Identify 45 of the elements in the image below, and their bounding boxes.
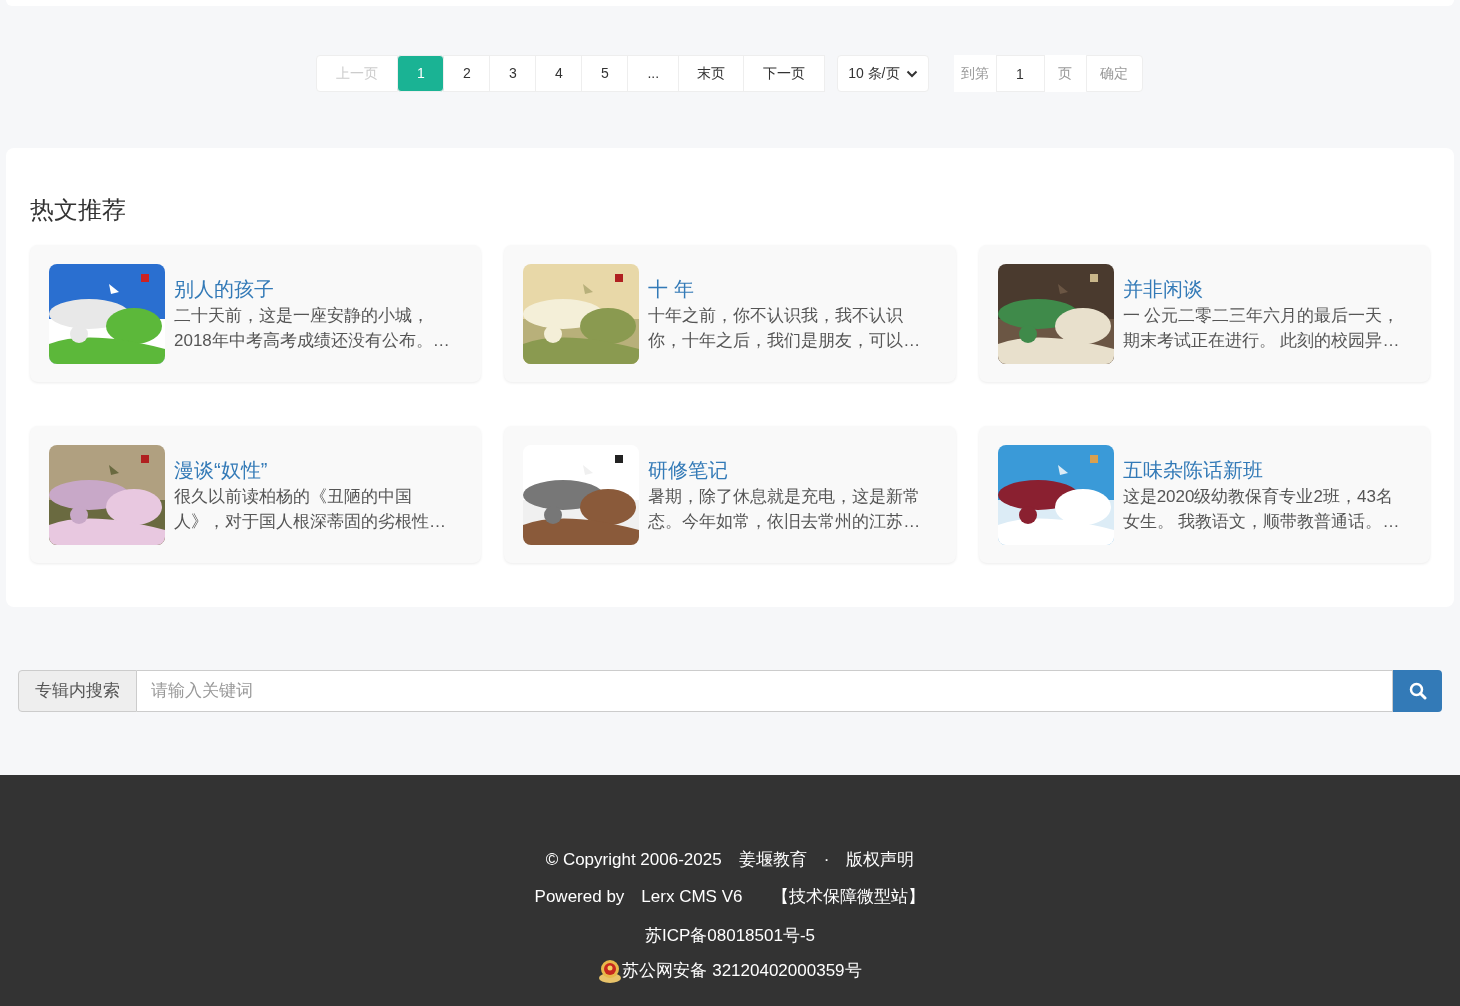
police-record-link[interactable]: 苏公网安备 32120402000359号 xyxy=(622,958,862,984)
page-button[interactable]: 2 xyxy=(443,55,491,92)
page-button[interactable]: 5 xyxy=(581,55,629,92)
search-label: 专辑内搜索 xyxy=(18,670,137,712)
organization-name: 姜堰教育 xyxy=(738,849,807,872)
article-summary: 二十天前，这是一座安静的小城，2018年中考高考成绩还没有公布。… xyxy=(174,304,451,352)
page-button[interactable]: 下一页 xyxy=(743,55,826,92)
page-button[interactable]: ... xyxy=(627,55,680,92)
copyright-text: © Copyright 2006-2025 xyxy=(545,849,722,872)
article-card[interactable]: 研修笔记 暑期，除了休息就是充电，这是新常态。今年如常，依旧去常州的江苏… xyxy=(504,426,956,563)
emblem-icon xyxy=(598,958,623,984)
article-card[interactable]: 漫谈“奴性” 很久以前读柏杨的《丑陋的中国人》，对于国人根深蒂固的劣根性… xyxy=(30,426,482,563)
search-field[interactable]: 请输入关键词 xyxy=(137,670,1393,712)
article-summary: 一 公元二零二三年六月的最后一天，期末考试正在进行。 此刻的校园异… xyxy=(1122,304,1401,352)
support-link[interactable]: 【技术保障微型站】 xyxy=(772,884,926,910)
article-card[interactable]: 并非闲谈 一 公元二零二三年六月的最后一天，期末考试正在进行。 此刻的校园异… xyxy=(978,245,1430,382)
separator-dot: · xyxy=(823,849,830,872)
page-size-select[interactable]: 10 条/页 xyxy=(837,55,929,92)
article-title[interactable]: 漫谈“奴性” xyxy=(174,455,455,484)
article-summary: 十年之前，你不认识我，我不认识你，十年之后，我们是朋友，可以… xyxy=(648,304,922,352)
section-title: 热文推荐 xyxy=(30,195,127,225)
search-icon xyxy=(1408,682,1427,700)
page-unit-label: 页 xyxy=(1044,55,1086,92)
article-summary: 这是2020级幼教保育专业2班，43名女生。 我教语文，顺带教普通话。… xyxy=(1122,485,1401,533)
article-summary: 暑期，除了休息就是充电，这是新常态。今年如常，依旧去常州的江苏… xyxy=(648,485,922,533)
search-button[interactable] xyxy=(1393,670,1442,712)
page-button[interactable]: 4 xyxy=(535,55,583,92)
article-title[interactable]: 别人的孩子 xyxy=(174,274,455,303)
cms-link[interactable]: Lerx CMS V6 xyxy=(641,884,743,910)
powered-by-text: Powered by xyxy=(534,886,625,909)
article-card[interactable]: 五味杂陈话新班 这是2020级幼教保育专业2班，43名女生。 我教语文，顺带教普通话。… xyxy=(978,426,1430,563)
article-title[interactable]: 研修笔记 xyxy=(648,455,930,484)
article-title[interactable]: 五味杂陈话新班 xyxy=(1122,455,1404,484)
rights-link[interactable]: 版权声明 xyxy=(846,847,915,873)
article-title[interactable]: 并非闲谈 xyxy=(1122,274,1404,303)
icp-link[interactable]: 苏ICP备08018501号-5 xyxy=(644,923,816,945)
page-button[interactable]: 3 xyxy=(489,55,537,92)
page-button[interactable]: 末页 xyxy=(678,55,745,92)
article-card[interactable]: 别人的孩子 二十天前，这是一座安静的小城，2018年中考高考成绩还没有公布。… xyxy=(30,245,482,382)
article-title[interactable]: 十 年 xyxy=(648,274,930,303)
page-number-field[interactable]: 1 xyxy=(995,55,1045,92)
article-card[interactable]: 十 年 十年之前，你不认识我，我不认识你，十年之后，我们是朋友，可以… xyxy=(504,245,956,382)
goto-label: 到第 xyxy=(953,55,996,92)
chevron-down-icon xyxy=(905,69,918,78)
article-summary: 很久以前读柏杨的《丑陋的中国人》，对于国人根深蒂固的劣根性… xyxy=(174,485,447,533)
